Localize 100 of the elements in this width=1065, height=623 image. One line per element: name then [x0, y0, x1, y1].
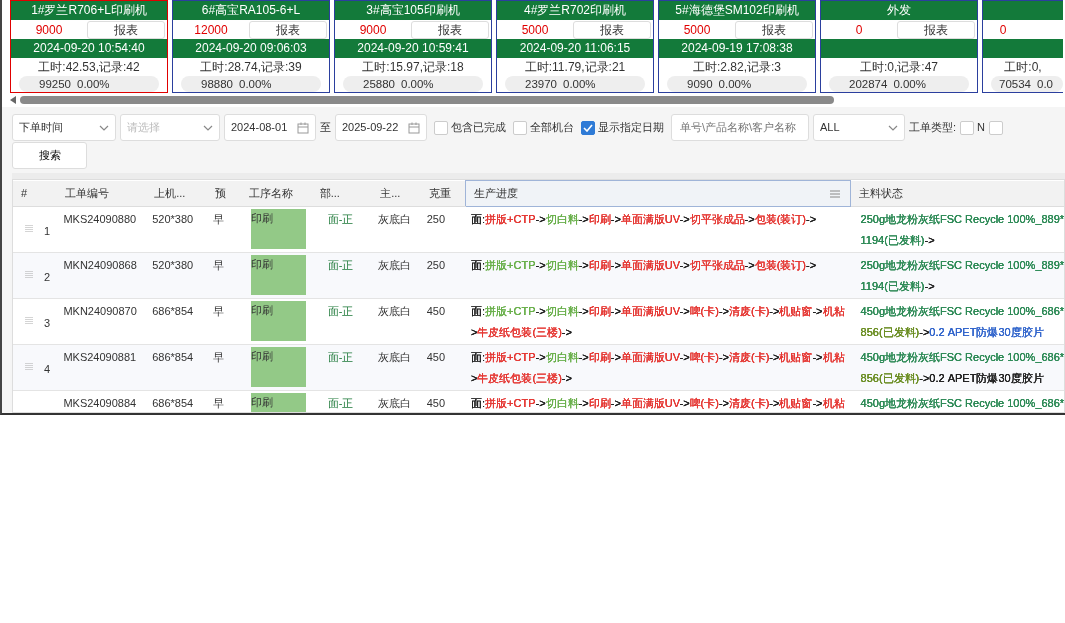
date-type-select[interactable]: 下单时间: [12, 114, 116, 141]
part-cell: 面-正: [327, 213, 354, 225]
checkbox-label: N: [977, 120, 985, 136]
date-field[interactable]: 2025-09-22: [335, 114, 427, 141]
report-button[interactable]: 报表: [411, 20, 489, 39]
machine-card[interactable]: 1#罗兰R706+L印刷机 9000 报表 2024-09-20 10:54:40 工时:42.53,记录:42 99250 0.00%: [10, 0, 168, 93]
material-status: 450g地龙粉灰纸FSC Recycle 100%_686*: [860, 304, 1064, 319]
machine-title: 5#海德堡SM102印刷机: [659, 1, 815, 20]
percentage: 0.00%: [401, 77, 434, 92]
timestamp: 2024-09-20 09:06:03: [173, 39, 329, 58]
material-status: 856(已发料)->0.2 APET防爆30度胶片: [860, 371, 1045, 386]
order-number: MKS24090884: [63, 397, 137, 409]
calendar-icon: [408, 121, 420, 134]
column-header[interactable]: 预: [214, 187, 226, 199]
quantity: 23970: [525, 77, 557, 92]
checkbox[interactable]: [960, 120, 975, 135]
scroll-left-icon[interactable]: [10, 96, 16, 104]
machine-card[interactable]: 外发 0 报表 工时:0,记录:47 202874 0.00%: [820, 0, 978, 93]
report-button[interactable]: 报表: [897, 20, 975, 39]
range-separator: 至: [320, 120, 331, 136]
checkbox[interactable]: [434, 120, 448, 135]
material-status: 1194(已发料)->: [860, 279, 936, 294]
row-number: 1: [44, 224, 51, 239]
checkbox[interactable]: [513, 120, 527, 135]
target-count: 9000: [34, 21, 64, 39]
checkbox[interactable]: [581, 120, 595, 135]
column-header[interactable]: 主料状态: [859, 187, 904, 199]
size-cell: 686*854: [152, 305, 194, 317]
row-number: 3: [44, 316, 51, 331]
order-number: MKN24090868: [63, 259, 137, 271]
timestamp: 2024-09-20 10:54:40: [11, 39, 167, 58]
column-header[interactable]: 主...: [380, 187, 401, 199]
progress-line: 面:拼版+CTP->切白料->印刷->单面满版UV->啤(卡)->清废(卡)->机贴窗->机粘: [471, 304, 845, 319]
drag-handle-icon[interactable]: [25, 271, 34, 278]
column-header[interactable]: 生产进度: [473, 187, 518, 200]
target-count: 0: [854, 21, 864, 39]
progress-line: >牛皮纸包装(三楼)->: [471, 325, 573, 340]
machine-card[interactable]: 0 工时:0, 70534 0.0: [982, 0, 1063, 93]
field-label: 工单类型:: [909, 120, 957, 136]
material-color: 灰底白: [378, 397, 412, 409]
report-button[interactable]: 报表: [573, 20, 651, 39]
timestamp: 2024-09-20 10:59:41: [335, 39, 491, 58]
material-status: 450g地龙粉灰纸FSC Recycle 100%_686*: [860, 350, 1064, 365]
process-name: 印刷: [251, 393, 306, 412]
progress-line: 面:拼版+CTP->切白料->印刷->单面满版UV->切平张成品->包装(装订)->: [471, 258, 818, 273]
drag-handle-icon[interactable]: [25, 225, 34, 232]
calendar-icon: [297, 121, 309, 134]
material-status: 1194(已发料)->: [860, 233, 936, 248]
timestamp: 2024-09-20 11:06:15: [497, 39, 653, 58]
weight-cell: 250: [426, 213, 445, 225]
percentage: 0.00%: [563, 77, 596, 92]
machine-card[interactable]: 3#高宝105印刷机 9000 报表 2024-09-20 10:59:41 工时:15.97,记录:18 25880 0.00%: [334, 0, 492, 93]
quantity: 25880: [363, 77, 395, 92]
quantity: 98880: [201, 77, 233, 92]
checkbox-label: 全部机台: [530, 120, 574, 136]
work-stats: 工时:2.82,记录:3: [692, 59, 782, 76]
report-button[interactable]: 报表: [87, 20, 165, 39]
machine-card[interactable]: 5#海德堡SM102印刷机 5000 报表 2024-09-19 17:08:38 工时:2.82,记录:3 9090 0.00%: [658, 0, 816, 93]
column-header[interactable]: #: [21, 187, 28, 199]
quantity: 70534: [999, 77, 1031, 92]
checkbox[interactable]: [989, 120, 1003, 135]
machine-card[interactable]: 6#高宝RA105-6+L 12000 报表 2024-09-20 09:06:03 工时:28.74,记录:39 98880 0.00%: [172, 0, 330, 93]
menu-icon: [830, 190, 841, 198]
material-color: 灰底白: [378, 305, 412, 317]
search-field[interactable]: 单号\产品名称\客户名称: [671, 114, 809, 141]
date-field[interactable]: 2024-08-01: [224, 114, 316, 141]
part-cell: 面-正: [327, 305, 354, 317]
shift-cell: 早: [212, 351, 224, 363]
report-button[interactable]: 报表: [249, 20, 327, 39]
shift-cell: 早: [212, 213, 224, 225]
drag-handle-icon[interactable]: [25, 363, 34, 370]
part-cell: 面-正: [327, 397, 354, 409]
drag-handle-icon[interactable]: [25, 317, 34, 324]
report-button[interactable]: 报表: [735, 20, 813, 39]
material-color: 灰底白: [378, 351, 412, 363]
weight-cell: 450: [426, 397, 445, 409]
row-number: 4: [44, 362, 51, 377]
type-select[interactable]: ALL: [813, 114, 905, 141]
search-button[interactable]: 搜索: [12, 142, 87, 169]
work-stats: 工时:11.79,记录:21: [523, 59, 627, 76]
row-number: 2: [44, 270, 51, 285]
percentage: 0.00%: [77, 77, 110, 92]
scrollbar-thumb[interactable]: [20, 96, 834, 104]
part-cell: 面-正: [327, 351, 354, 363]
material-color: 灰底白: [378, 213, 412, 225]
size-cell: 520*380: [152, 213, 194, 225]
material-status: 450g地龙粉灰纸FSC Recycle 100%_686*: [860, 396, 1064, 411]
timestamp: 2024-09-19 17:08:38: [659, 39, 815, 58]
work-stats: 工时:0,记录:47: [859, 59, 939, 76]
column-header[interactable]: 部...: [319, 187, 340, 199]
percentage: 0.00%: [239, 77, 272, 92]
target-count: 12000: [193, 21, 229, 39]
work-stats: 工时:0,: [1003, 59, 1043, 76]
percentage: 0.0: [1037, 77, 1053, 92]
machine-title: 6#高宝RA105-6+L: [173, 1, 329, 20]
size-cell: 686*854: [152, 397, 194, 409]
weight-cell: 450: [426, 351, 445, 363]
machine-title: 4#罗兰R702印刷机: [497, 1, 653, 20]
machine-card[interactable]: 4#罗兰R702印刷机 5000 报表 2024-09-20 11:06:15 工时:11.79,记录:21 23970 0.00%: [496, 0, 654, 93]
progress-line: 面:拼版+CTP->切白料->印刷->单面满版UV->啤(卡)->清废(卡)->机贴窗->机粘: [471, 350, 845, 365]
